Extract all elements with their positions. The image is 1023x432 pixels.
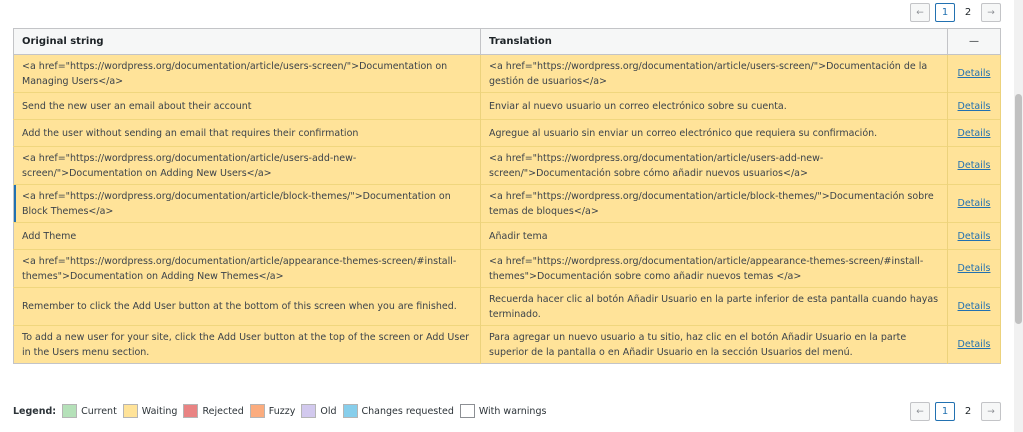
original-cell: Add the user without sending an email th… — [13, 119, 481, 147]
translation-cell: <a href="https://wordpress.org/documenta… — [480, 54, 948, 93]
table-row[interactable]: Remember to click the Add User button at… — [13, 287, 1001, 326]
actions-header: — — [947, 28, 1001, 55]
prev-page-button[interactable]: ← — [910, 3, 930, 22]
legend-label-changes-requested: Changes requested — [361, 405, 454, 417]
translation-cell: Agregue al usuario sin enviar un correo … — [480, 119, 948, 147]
page-1-link[interactable]: 1 — [935, 402, 955, 421]
table-row[interactable]: <a href="https://wordpress.org/documenta… — [13, 184, 1001, 223]
legend-label-old: Old — [320, 405, 337, 417]
translation-cell: Para agregar un nuevo usuario a tu sitio… — [480, 325, 948, 364]
original-cell: <a href="https://wordpress.org/documenta… — [13, 184, 481, 223]
legend-swatch-with-warnings — [459, 404, 475, 418]
legend-swatch-changes-requested — [342, 404, 358, 418]
translation-cell: Añadir tema — [480, 222, 948, 250]
original-cell: <a href="https://wordpress.org/documenta… — [13, 146, 481, 185]
current-page-2: 2 — [964, 7, 972, 18]
details-link[interactable]: Details — [958, 160, 991, 171]
legend-label-fuzzy: Fuzzy — [268, 405, 296, 417]
scrollbar-thumb[interactable] — [1015, 94, 1022, 324]
legend-swatch-waiting — [122, 404, 138, 418]
table-header: Original string Translation — — [13, 28, 1001, 55]
table-row[interactable]: <a href="https://wordpress.org/documenta… — [13, 249, 1001, 288]
table-row[interactable]: <a href="https://wordpress.org/documenta… — [13, 54, 1001, 93]
legend-swatch-rejected — [183, 404, 199, 418]
table-row[interactable]: <a href="https://wordpress.org/documenta… — [13, 146, 1001, 185]
original-cell: Send the new user an email about their a… — [13, 92, 481, 120]
legend-label-current: Current — [81, 405, 117, 417]
legend-label-waiting: Waiting — [141, 405, 178, 417]
legend-swatch-current — [62, 404, 78, 418]
legend-swatch-old — [301, 404, 317, 418]
next-page-button[interactable]: → — [981, 402, 1001, 421]
status-legend: Legend: Current Waiting Rejected Fuzzy O… — [13, 404, 552, 418]
translation-cell: <a href="https://wordpress.org/documenta… — [480, 249, 948, 288]
details-link[interactable]: Details — [958, 128, 991, 139]
details-link[interactable]: Details — [958, 301, 991, 312]
legend-label-with-warnings: With warnings — [478, 405, 547, 417]
details-link[interactable]: Details — [958, 68, 991, 79]
table-row[interactable]: To add a new user for your site, click t… — [13, 325, 1001, 364]
details-link[interactable]: Details — [958, 101, 991, 112]
legend-title: Legend: — [13, 405, 57, 417]
current-page-2: 2 — [964, 406, 972, 417]
original-cell: Remember to click the Add User button at… — [13, 287, 481, 326]
table-row[interactable]: Add Theme Añadir tema Details — [13, 222, 1001, 250]
original-cell: <a href="https://wordpress.org/documenta… — [13, 54, 481, 93]
original-cell: To add a new user for your site, click t… — [13, 325, 481, 364]
vertical-scrollbar[interactable] — [1014, 0, 1023, 432]
original-cell: <a href="https://wordpress.org/documenta… — [13, 249, 481, 288]
original-cell: Add Theme — [13, 222, 481, 250]
translations-table: Original string Translation — <a href="h… — [13, 28, 1001, 364]
translation-cell: Recuerda hacer clic al botón Añadir Usua… — [480, 287, 948, 326]
translation-cell: Enviar al nuevo usuario un correo electr… — [480, 92, 948, 120]
legend-label-rejected: Rejected — [202, 405, 244, 417]
details-link[interactable]: Details — [958, 198, 991, 209]
table-row[interactable]: Send the new user an email about their a… — [13, 92, 1001, 120]
translation-cell: <a href="https://wordpress.org/documenta… — [480, 146, 948, 185]
details-link[interactable]: Details — [958, 231, 991, 242]
original-string-header: Original string — [13, 28, 481, 55]
legend-swatch-fuzzy — [249, 404, 265, 418]
details-link[interactable]: Details — [958, 263, 991, 274]
pagination-bottom: ← 1 2 → — [910, 402, 1001, 421]
page-1-link[interactable]: 1 — [935, 3, 955, 22]
translation-cell: <a href="https://wordpress.org/documenta… — [480, 184, 948, 223]
pagination-top: ← 1 2 → — [910, 3, 1001, 22]
translation-header: Translation — [480, 28, 948, 55]
prev-page-button[interactable]: ← — [910, 402, 930, 421]
details-link[interactable]: Details — [958, 339, 991, 350]
next-page-button[interactable]: → — [981, 3, 1001, 22]
table-row[interactable]: Add the user without sending an email th… — [13, 119, 1001, 147]
